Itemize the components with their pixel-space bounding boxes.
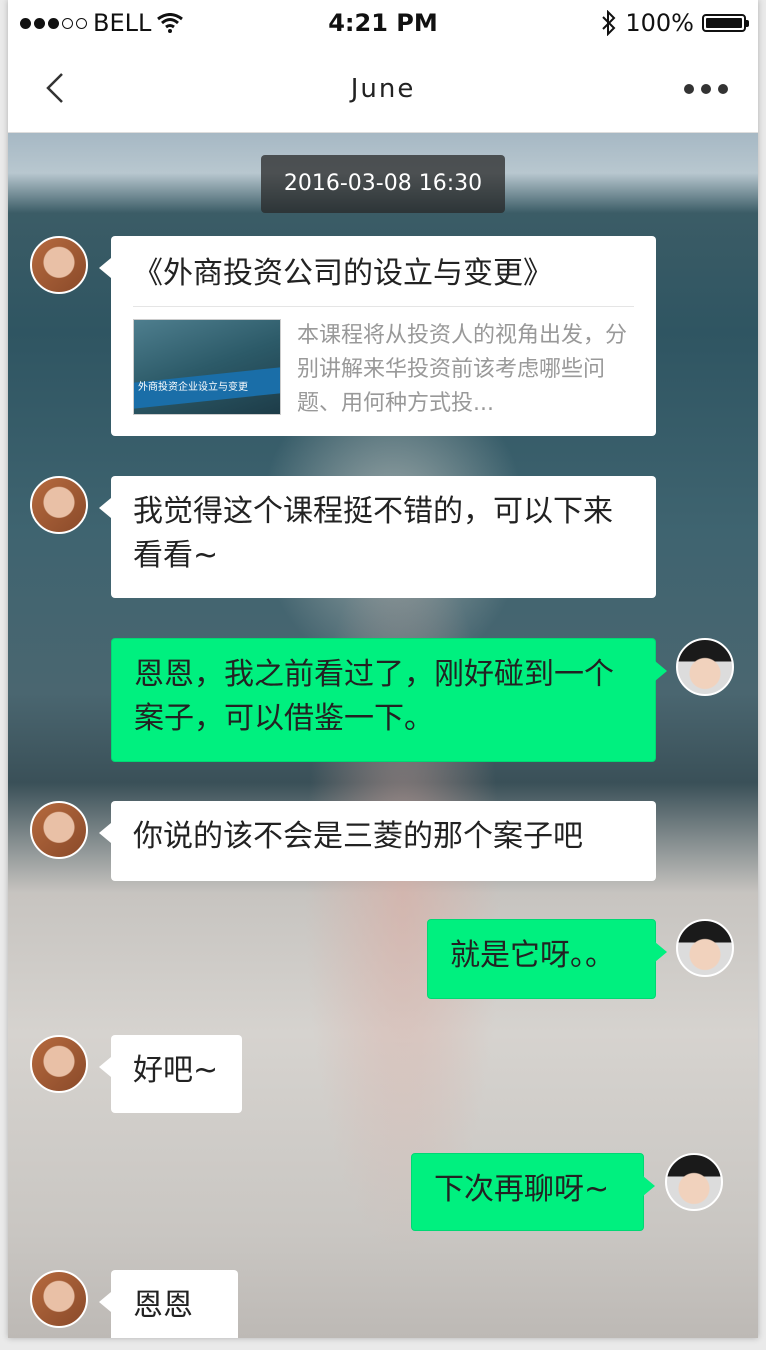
message-bubble-outgoing: 就是它呀。。 [427,919,667,999]
message-bubble-outgoing: 下次再聊呀~ [411,1153,655,1231]
contact-avatar[interactable] [30,476,88,534]
contact-avatar[interactable] [30,1270,88,1328]
bluetooth-icon [602,10,616,36]
message-bubble-outgoing: 恩恩，我之前看过了，刚好碰到一个案子，可以借鉴一下。 [111,638,667,762]
message-bubble-incoming: 好吧~ [99,1035,242,1113]
course-thumbnail: 外商投资企业设立与变更 [133,319,281,415]
self-avatar[interactable] [676,919,734,977]
timestamp: 2016-03-08 16:30 [261,155,505,213]
status-right: 100% [601,9,749,37]
contact-avatar[interactable] [30,801,88,859]
contact-avatar[interactable] [30,236,88,294]
message-bubble-incoming: 恩恩~ [99,1270,238,1338]
self-avatar[interactable] [665,1153,723,1211]
status-bar: BELL 4:21 PM 100% [8,0,758,48]
contact-avatar[interactable] [30,1035,88,1093]
phone-screen: BELL 4:21 PM 100% June 2016-03-08 16:30 … [8,0,758,1338]
course-card[interactable]: 《外商投资公司的设立与变更》 外商投资企业设立与变更 本课程将从投资人的视角出发… [99,236,656,436]
course-card-description: 本课程将从投资人的视角出发，分别讲解来华投资前该考虑哪些问题、用何种方式投... [297,323,628,416]
chat-title: June [350,74,416,104]
battery-icon [702,14,749,32]
battery-percent: 100% [625,9,694,37]
message-bubble-incoming: 我觉得这个课程挺不错的，可以下来看看~ [99,476,656,598]
self-avatar[interactable] [676,638,734,696]
nav-bar: June [8,48,758,133]
chat-area[interactable]: 2016-03-08 16:30 《外商投资公司的设立与变更》 外商投资企业设立… [8,133,758,1338]
course-card-title: 《外商投资公司的设立与变更》 [133,252,634,307]
course-thumbnail-text: 外商投资企业设立与变更 [138,382,248,393]
more-options-icon[interactable] [684,84,728,94]
message-bubble-incoming: 你说的该不会是三菱的那个案子吧 [99,801,656,881]
